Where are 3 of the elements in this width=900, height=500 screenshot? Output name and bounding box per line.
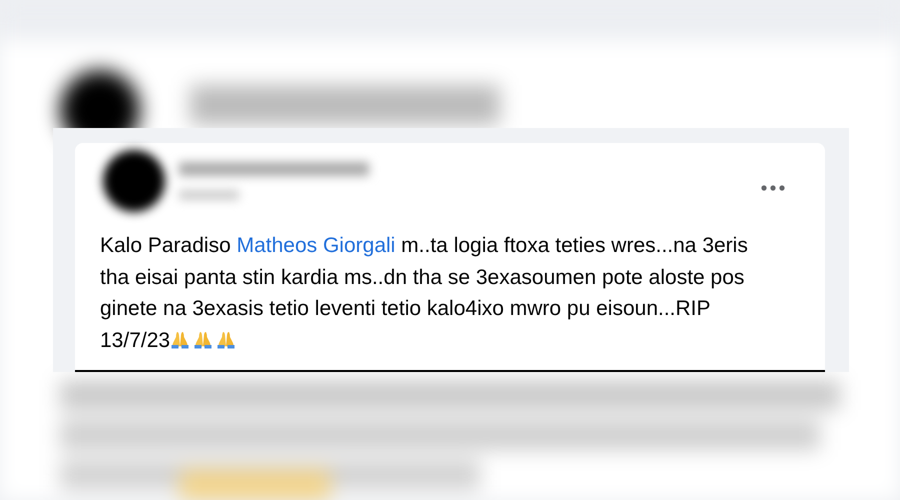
mention-link[interactable]: Matheos Giorgali	[236, 234, 396, 257]
more-icon	[761, 185, 785, 191]
post-message: Kalo Paradiso Matheos Giorgali m..ta logia ftoxa teties wres...na 3eris tha eisai panta stin kardia ms..dn tha se 3exasoumen pote aloste pos ginete na 3exasis tetio leventi tetio kalo4ixo mwro pu eisoun...RIP 13/7/23	[100, 233, 749, 354]
